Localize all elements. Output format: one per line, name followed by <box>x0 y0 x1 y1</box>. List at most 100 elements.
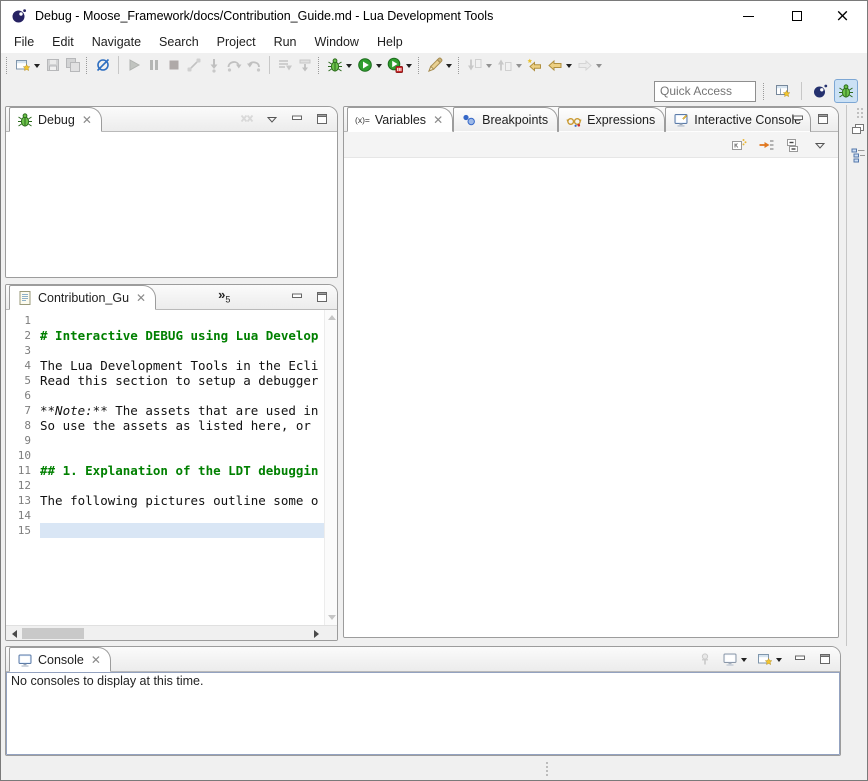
line-text-rest: The assets that are used in <box>108 403 319 418</box>
editor-line[interactable]: 2# Interactive DEBUG using Lua Develop <box>6 328 324 343</box>
minimize-console-view-button[interactable] <box>790 648 810 670</box>
menu-run[interactable]: Run <box>265 33 306 51</box>
menu-search[interactable]: Search <box>150 33 208 51</box>
debug-view-menu-button[interactable] <box>262 108 282 130</box>
editor-horizontal-scrollbar[interactable] <box>6 625 337 640</box>
profile-button[interactable] <box>385 54 415 76</box>
new-button[interactable] <box>13 54 43 76</box>
minimize-variables-view-button[interactable] <box>788 108 808 130</box>
dropdown-arrow-icon[interactable] <box>566 64 572 68</box>
editor-line[interactable]: 7**Note:** The assets that are used in <box>6 403 324 418</box>
show-logical-structure-button[interactable] <box>756 134 776 156</box>
editor-line[interactable]: 1 <box>6 313 324 328</box>
scroll-left-icon[interactable] <box>12 630 17 638</box>
editor-line[interactable]: 12 <box>6 478 324 493</box>
editor-line[interactable]: 11## 1. Explanation of the LDT debuggin <box>6 463 324 478</box>
minimize-debug-view-button[interactable] <box>287 108 307 130</box>
toolbar-drag-handle[interactable] <box>418 57 420 74</box>
close-tab-icon[interactable]: ✕ <box>82 113 92 127</box>
editor-line[interactable]: 5Read this section to setup a debugger <box>6 373 324 388</box>
run-button[interactable] <box>355 54 385 76</box>
menu-help[interactable]: Help <box>368 33 412 51</box>
tab-breakpoints[interactable]: Breakpoints <box>453 107 558 132</box>
dropdown-arrow-icon[interactable] <box>376 64 382 68</box>
editor-line[interactable]: 15 <box>6 523 324 538</box>
tab-debug[interactable]: Debug ✕ <box>9 107 102 132</box>
dropdown-arrow-icon[interactable] <box>346 64 352 68</box>
debug-view-content <box>6 132 337 277</box>
editor-line[interactable]: 9 <box>6 433 324 448</box>
maximize-variables-view-button[interactable] <box>813 108 833 130</box>
hidden-editors-chevron[interactable]: »5 <box>218 287 230 305</box>
open-console-button[interactable] <box>755 648 785 670</box>
view-menu-icon <box>812 137 828 153</box>
editor-line[interactable]: 4The Lua Development Tools in the Ecli <box>6 358 324 373</box>
resume-icon <box>126 57 142 73</box>
menu-navigate[interactable]: Navigate <box>83 33 150 51</box>
menu-project[interactable]: Project <box>208 33 265 51</box>
editor-line[interactable]: 10 <box>6 448 324 463</box>
window-maximize-button[interactable] <box>774 1 819 31</box>
maximize-editor-button[interactable] <box>312 286 332 308</box>
sash-drag-handle[interactable] <box>546 762 548 764</box>
code-area[interactable]: 12# Interactive DEBUG using Lua Develop3… <box>6 310 324 625</box>
last-edit-location-button[interactable] <box>525 54 545 76</box>
editor-line[interactable]: 3 <box>6 343 324 358</box>
dropdown-arrow-icon[interactable] <box>776 658 782 662</box>
variables-view-menu-button[interactable] <box>810 134 830 156</box>
save-icon <box>45 57 61 73</box>
scrollbar-thumb[interactable] <box>22 628 84 639</box>
maximize-console-view-button[interactable] <box>815 648 835 670</box>
tab-contribution-guide[interactable]: Contribution_Gu ✕ <box>9 285 156 310</box>
back-button[interactable] <box>545 54 575 76</box>
tab-expressions[interactable]: Expressions <box>558 107 665 132</box>
maximize-icon <box>815 111 831 127</box>
toolbar-drag-handle[interactable] <box>458 57 460 74</box>
dropdown-arrow-icon[interactable] <box>406 64 412 68</box>
restore-view-button[interactable] <box>849 120 867 138</box>
toolbar-drag-handle[interactable] <box>86 57 88 74</box>
external-tools-button[interactable] <box>425 54 455 76</box>
close-tab-icon[interactable]: ✕ <box>136 291 146 305</box>
show-constants-button[interactable] <box>729 134 749 156</box>
quick-access-input[interactable] <box>654 81 756 102</box>
line-number: 7 <box>6 403 40 418</box>
dropdown-arrow-icon[interactable] <box>446 64 452 68</box>
editor-line[interactable]: 14 <box>6 508 324 523</box>
dropdown-arrow-icon[interactable] <box>34 64 40 68</box>
lua-perspective-button[interactable] <box>808 79 832 103</box>
menu-edit[interactable]: Edit <box>43 33 83 51</box>
editor-line[interactable]: 13The following pictures outline some o <box>6 493 324 508</box>
editor-line[interactable]: 6 <box>6 388 324 403</box>
scroll-down-icon[interactable] <box>328 615 336 620</box>
scroll-right-icon[interactable] <box>314 630 319 638</box>
editor-vertical-scrollbar[interactable] <box>324 310 337 625</box>
toolbar-drag-handle[interactable] <box>6 57 8 74</box>
maximize-debug-view-button[interactable] <box>312 108 332 130</box>
strip-drag-handle[interactable] <box>857 108 859 110</box>
debug-button[interactable] <box>325 54 355 76</box>
collapse-all-button[interactable] <box>783 134 803 156</box>
window-title: Debug - Moose_Framework/docs/Contributio… <box>35 9 493 23</box>
toolbar-drag-handle[interactable] <box>318 57 320 74</box>
skip-all-breakpoints-button[interactable] <box>93 54 113 76</box>
window-close-button[interactable]: × <box>820 1 865 31</box>
close-tab-icon[interactable]: ✕ <box>433 113 443 127</box>
tab-console[interactable]: Console ✕ <box>9 647 111 672</box>
menu-file[interactable]: File <box>5 33 43 51</box>
save-all-button <box>63 54 83 76</box>
open-perspective-button[interactable] <box>771 79 795 103</box>
toolbar-drag-handle[interactable] <box>763 83 765 100</box>
window-minimize-button[interactable] <box>726 1 771 31</box>
scroll-up-icon[interactable] <box>328 315 336 320</box>
tab-variables[interactable]: (x)=Variables✕ <box>347 107 453 132</box>
menu-window[interactable]: Window <box>306 33 368 51</box>
menu-bar: FileEditNavigateSearchProjectRunWindowHe… <box>1 31 867 53</box>
outline-view-button[interactable] <box>849 146 867 164</box>
display-selected-console-button[interactable] <box>720 648 750 670</box>
minimize-editor-button[interactable] <box>287 286 307 308</box>
editor-line[interactable]: 8So use the assets as listed here, or <box>6 418 324 433</box>
dropdown-arrow-icon[interactable] <box>741 658 747 662</box>
close-tab-icon[interactable]: ✕ <box>91 653 101 667</box>
debug-perspective-button[interactable] <box>834 79 858 103</box>
